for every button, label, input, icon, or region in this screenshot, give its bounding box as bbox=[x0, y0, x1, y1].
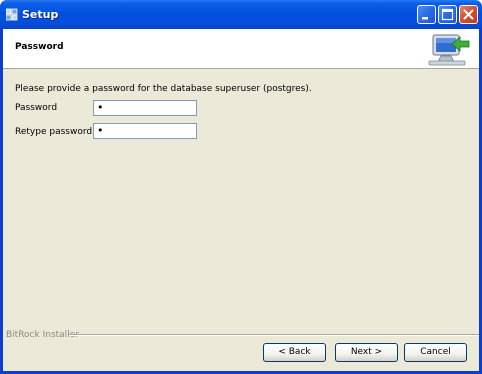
installer-app-icon bbox=[5, 8, 18, 21]
title-bar[interactable]: Setup bbox=[0, 0, 482, 29]
setup-window: Setup Password Please provide a password… bbox=[0, 0, 482, 374]
page-header: Password bbox=[3, 29, 479, 69]
minimize-icon bbox=[422, 17, 428, 20]
installer-brand: BitRock Installer bbox=[6, 330, 79, 340]
retype-password-label: Retype password bbox=[15, 127, 93, 137]
maximize-icon bbox=[441, 8, 454, 21]
retype-password-field[interactable]: • bbox=[93, 123, 197, 139]
minimize-button[interactable] bbox=[417, 5, 436, 24]
next-button[interactable]: Next > bbox=[335, 343, 398, 362]
cancel-button[interactable]: Cancel bbox=[404, 343, 467, 362]
password-description: Please provide a password for the databa… bbox=[15, 84, 312, 94]
maximize-button[interactable] bbox=[438, 5, 457, 24]
footer-divider bbox=[69, 334, 479, 336]
password-field[interactable]: • bbox=[93, 100, 197, 116]
back-button[interactable]: < Back bbox=[263, 343, 326, 362]
dialog-client-area: Password Please provide a password for t… bbox=[3, 29, 479, 371]
password-label: Password bbox=[15, 103, 58, 113]
page-title: Password bbox=[15, 42, 64, 52]
window-title: Setup bbox=[22, 8, 59, 21]
computer-install-icon bbox=[427, 32, 471, 67]
close-icon bbox=[463, 9, 474, 20]
close-button[interactable] bbox=[459, 5, 478, 24]
